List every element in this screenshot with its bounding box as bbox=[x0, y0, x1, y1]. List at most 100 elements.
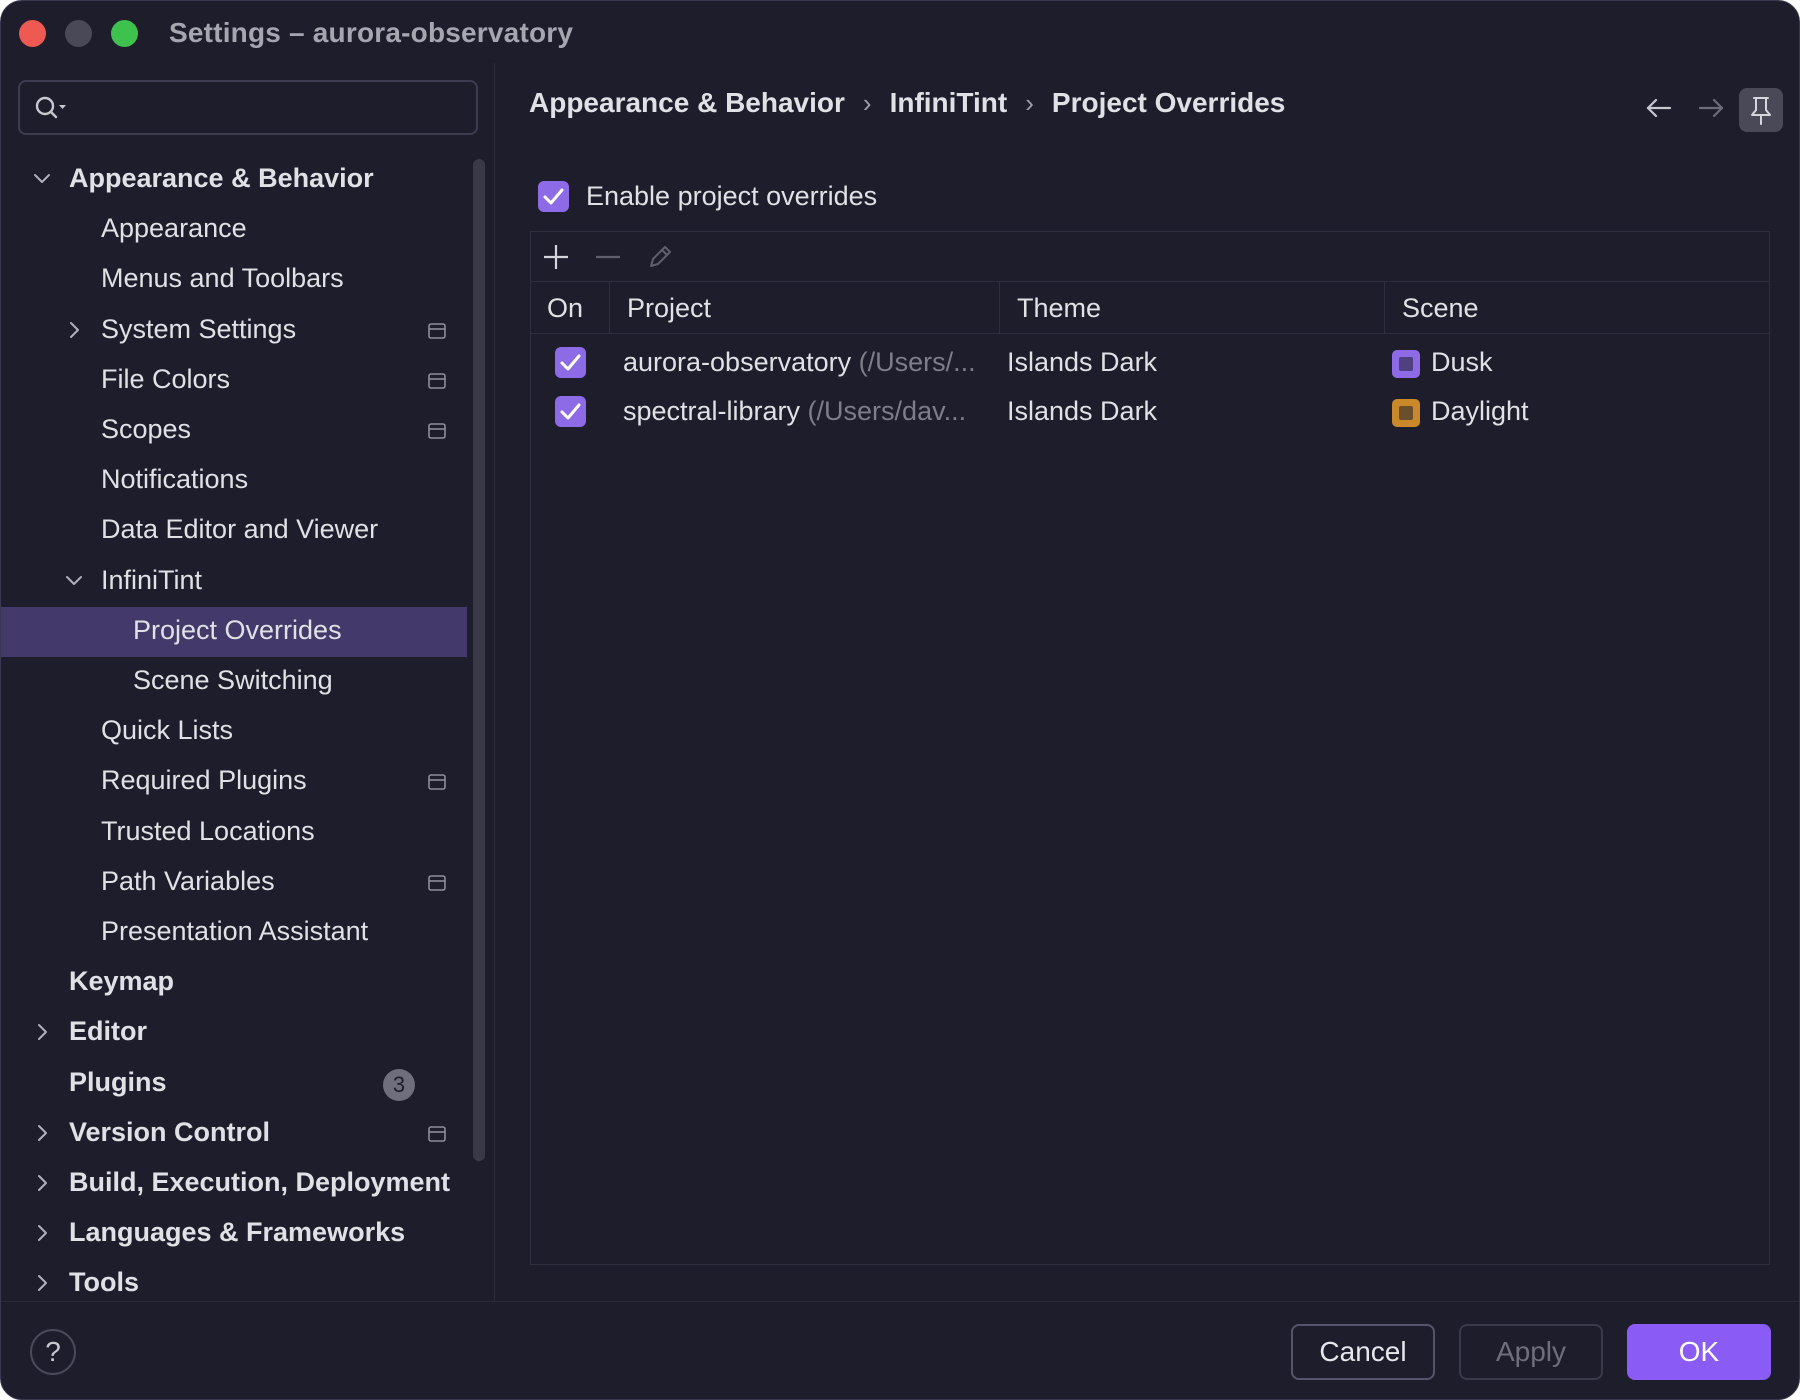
sidebar-item[interactable]: System Settings bbox=[1, 306, 467, 356]
chevron-right-icon[interactable] bbox=[31, 1272, 53, 1294]
row-enabled-checkbox[interactable] bbox=[555, 396, 586, 427]
breadcrumb-item[interactable]: InfiniTint bbox=[890, 87, 1008, 118]
pin-button[interactable] bbox=[1739, 88, 1783, 132]
column-header-project[interactable]: Project bbox=[627, 293, 711, 324]
sidebar-item-label: Scopes bbox=[101, 414, 192, 444]
scene-cell: Daylight bbox=[1431, 396, 1529, 426]
sidebar-item[interactable]: Version Control bbox=[1, 1109, 467, 1159]
search-input[interactable] bbox=[76, 90, 466, 126]
sidebar-item-label: Required Plugins bbox=[101, 765, 307, 796]
sidebar-item[interactable]: Keymap bbox=[1, 958, 467, 1008]
sidebar-item[interactable]: Trusted Locations bbox=[1, 808, 467, 858]
scene-cell: Dusk bbox=[1431, 347, 1493, 377]
sidebar-item[interactable]: Menus and Toolbars bbox=[1, 255, 467, 305]
sidebar-item[interactable]: Notifications bbox=[1, 456, 467, 506]
sidebar-item[interactable]: Build, Execution, Deployment bbox=[1, 1159, 467, 1209]
settings-sidebar: Appearance & Behavior Appearance Menus and… bbox=[1, 63, 495, 1301]
cancel-button[interactable]: Cancel bbox=[1291, 1324, 1435, 1380]
sidebar-item-label: File Colors bbox=[101, 363, 231, 394]
sidebar-item[interactable]: Appearance & Behavior bbox=[1, 155, 467, 205]
chevron-right-icon[interactable] bbox=[31, 1222, 53, 1244]
window-title: Settings – aurora-observatory bbox=[169, 17, 574, 48]
theme-cell: Islands Dark bbox=[1007, 396, 1158, 426]
project-scope-icon bbox=[428, 1125, 446, 1142]
sidebar-item[interactable]: Data Editor and Viewer bbox=[1, 506, 467, 556]
sidebar-item[interactable]: Project Overrides bbox=[1, 606, 467, 657]
sidebar-item-label: InfiniTint bbox=[101, 564, 203, 595]
row-enabled-checkbox[interactable] bbox=[555, 347, 586, 378]
ok-button[interactable]: OK bbox=[1627, 1324, 1771, 1380]
column-divider[interactable] bbox=[1384, 282, 1385, 334]
zoom-window-button[interactable] bbox=[111, 20, 138, 47]
column-divider[interactable] bbox=[999, 282, 1000, 334]
sidebar-item-label: Path Variables bbox=[101, 865, 275, 896]
overrides-table: On Project Theme Scene aurora-observator… bbox=[530, 231, 1770, 1265]
minimize-window-button[interactable] bbox=[65, 20, 92, 47]
project-scope-icon bbox=[428, 322, 446, 339]
plugin-updates-badge: 3 bbox=[383, 1068, 415, 1101]
sidebar-item-label: Scene Switching bbox=[133, 665, 333, 695]
sidebar-item-label: Editor bbox=[69, 1016, 147, 1047]
dialog-footer: ? Cancel Apply OK bbox=[1, 1301, 1799, 1399]
project-path: (/Users/dav... bbox=[800, 396, 967, 426]
checkmark-icon bbox=[543, 188, 564, 205]
sidebar-item-label: Notifications bbox=[101, 464, 249, 495]
pin-icon bbox=[1751, 97, 1771, 125]
chevron-down-icon[interactable] bbox=[63, 570, 85, 592]
checkmark-icon bbox=[560, 403, 581, 420]
apply-button[interactable]: Apply bbox=[1459, 1324, 1603, 1380]
sidebar-item[interactable]: Required Plugins bbox=[1, 757, 467, 807]
sidebar-item-label: Tools bbox=[69, 1267, 139, 1298]
enable-overrides-label: Enable project overrides bbox=[586, 181, 878, 211]
project-name: aurora-observatory bbox=[623, 347, 852, 377]
sidebar-item[interactable]: Scene Switching bbox=[1, 657, 467, 707]
sidebar-item[interactable]: Path Variables bbox=[1, 858, 467, 908]
column-header-scene[interactable]: Scene bbox=[1402, 293, 1479, 324]
sidebar-item[interactable]: Scopes bbox=[1, 406, 467, 456]
breadcrumb-item[interactable]: Appearance & Behavior bbox=[529, 87, 845, 118]
column-divider[interactable] bbox=[609, 282, 610, 334]
plus-icon[interactable] bbox=[541, 242, 571, 272]
scene-color-swatch bbox=[1392, 399, 1420, 427]
chevron-right-icon[interactable] bbox=[31, 1122, 53, 1144]
checkmark-icon bbox=[560, 354, 581, 371]
sidebar-item[interactable]: File Colors bbox=[1, 356, 467, 406]
sidebar-item[interactable]: Appearance bbox=[1, 205, 467, 255]
arrow-left-icon[interactable] bbox=[1642, 93, 1676, 123]
search-field[interactable] bbox=[18, 80, 478, 135]
sidebar-item[interactable]: Editor bbox=[1, 1008, 467, 1058]
sidebar-item[interactable]: Languages & Frameworks bbox=[1, 1209, 467, 1259]
theme-cell: Islands Dark bbox=[1007, 347, 1158, 377]
project-path: (/Users/... bbox=[851, 347, 976, 377]
column-header-on[interactable]: On bbox=[547, 293, 583, 324]
sidebar-item-label: Trusted Locations bbox=[101, 815, 315, 846]
sidebar-item[interactable]: Presentation Assistant bbox=[1, 908, 467, 958]
sidebar-item[interactable]: Plugins 3 bbox=[1, 1059, 467, 1109]
settings-window: Settings – aurora-observatory Appearance… bbox=[0, 0, 1800, 1400]
scene-color-swatch bbox=[1392, 350, 1420, 378]
sidebar-item[interactable]: InfiniTint bbox=[1, 557, 467, 607]
project-scope-icon bbox=[428, 423, 446, 439]
chevron-down-icon[interactable] bbox=[31, 168, 53, 190]
close-window-button[interactable] bbox=[19, 20, 46, 47]
table-row[interactable]: spectral-library (/Users/dav... Islands D… bbox=[531, 385, 1769, 441]
project-cell: aurora-observatory (/Users/... bbox=[623, 347, 995, 378]
project-scope-icon bbox=[428, 774, 446, 791]
sidebar-item-label: Build, Execution, Deployment bbox=[69, 1167, 451, 1197]
chevron-right-icon[interactable] bbox=[31, 1172, 53, 1194]
column-header-theme[interactable]: Theme bbox=[1017, 293, 1101, 324]
sidebar-item[interactable]: Quick Lists bbox=[1, 707, 467, 757]
main-panel: Appearance & Behavior › InfiniTint › Project… bbox=[496, 63, 1799, 1301]
table-row[interactable]: aurora-observatory (/Users/... Islands Da… bbox=[531, 336, 1769, 392]
enable-overrides-checkbox[interactable] bbox=[538, 181, 569, 212]
sidebar-scrollbar[interactable] bbox=[473, 159, 485, 1161]
chevron-right-icon[interactable] bbox=[31, 1021, 53, 1043]
table-toolbar bbox=[531, 232, 1769, 282]
chevron-right-icon[interactable] bbox=[63, 319, 85, 341]
help-button[interactable]: ? bbox=[30, 1329, 76, 1375]
sidebar-item-label: Version Control bbox=[69, 1116, 271, 1147]
arrow-right-icon[interactable] bbox=[1694, 93, 1728, 123]
minus-icon[interactable] bbox=[593, 242, 623, 272]
sidebar-item-label: Languages & Frameworks bbox=[69, 1217, 406, 1248]
pencil-icon[interactable] bbox=[645, 242, 675, 272]
